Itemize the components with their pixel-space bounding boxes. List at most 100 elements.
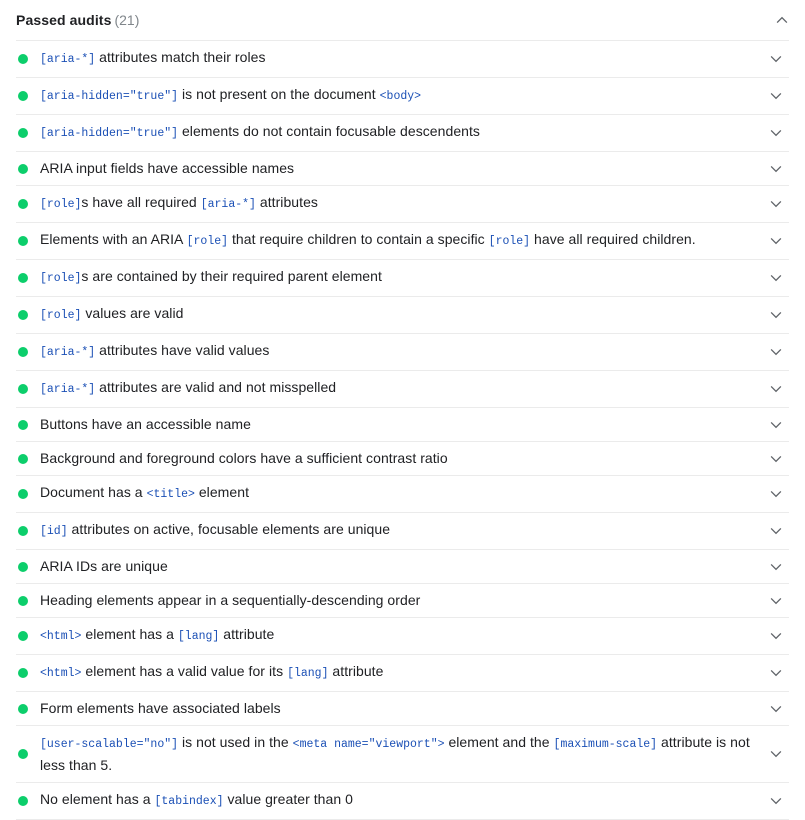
audit-expand-cell[interactable] (761, 692, 789, 725)
audit-expand-cell[interactable] (761, 223, 789, 259)
pass-dot-icon (18, 526, 28, 536)
audit-text-token: attribute (328, 663, 383, 679)
audit-row[interactable]: Elements with an ARIA [role] that requir… (16, 222, 789, 259)
audit-row[interactable]: [id] attributes on active, focusable ele… (16, 512, 789, 549)
audit-expand-cell[interactable] (761, 297, 789, 333)
audit-expand-cell[interactable] (761, 783, 789, 819)
chevron-down-icon[interactable] (769, 52, 783, 66)
audit-status-cell (16, 115, 40, 151)
audit-title: [role] values are valid (40, 297, 761, 333)
audit-row[interactable]: [role]s have all required [aria-*] attri… (16, 185, 789, 222)
audit-row[interactable]: Buttons have an accessible name (16, 407, 789, 441)
audit-status-cell (16, 223, 40, 259)
audit-title: Background and foreground colors have a … (40, 442, 761, 475)
chevron-down-icon[interactable] (769, 452, 783, 466)
audit-text-token: Document has a (40, 484, 147, 500)
audit-row[interactable]: Form elements have associated labels (16, 691, 789, 725)
audit-expand-cell[interactable] (761, 260, 789, 296)
audit-text-token: Buttons have an accessible name (40, 416, 251, 432)
audit-row[interactable]: Background and foreground colors have a … (16, 441, 789, 475)
audit-code-token: [aria-*] (40, 383, 95, 396)
audit-row[interactable]: [aria-*] attributes match their roles (16, 40, 789, 77)
pass-dot-icon (18, 347, 28, 357)
audit-status-cell (16, 186, 40, 222)
audit-status-cell (16, 152, 40, 185)
chevron-down-icon[interactable] (769, 418, 783, 432)
chevron-down-icon[interactable] (769, 308, 783, 322)
audit-status-cell (16, 726, 40, 782)
chevron-down-icon[interactable] (769, 560, 783, 574)
chevron-down-icon[interactable] (769, 197, 783, 211)
audit-title: [aria-hidden="true"] elements do not con… (40, 115, 761, 151)
chevron-down-icon[interactable] (769, 487, 783, 501)
chevron-down-icon[interactable] (769, 382, 783, 396)
chevron-down-icon[interactable] (769, 794, 783, 808)
audit-expand-cell[interactable] (761, 371, 789, 407)
audit-row[interactable]: <html> element has a [lang] attribute (16, 617, 789, 654)
chevron-down-icon[interactable] (769, 594, 783, 608)
audit-row[interactable]: ARIA input fields have accessible names (16, 151, 789, 185)
audit-text-token: elements do not contain focusable descen… (178, 123, 480, 139)
chevron-down-icon[interactable] (769, 234, 783, 248)
audit-row[interactable]: [aria-hidden="true"] elements do not con… (16, 114, 789, 151)
audit-code-token: [aria-*] (201, 198, 256, 211)
chevron-down-icon[interactable] (769, 271, 783, 285)
audit-expand-cell[interactable] (761, 550, 789, 583)
audit-text-token: that require children to contain a speci… (228, 231, 489, 247)
group-title-text: Passed audits (16, 12, 111, 28)
audit-expand-cell[interactable] (761, 152, 789, 185)
audit-expand-cell[interactable] (761, 41, 789, 77)
audit-expand-cell[interactable] (761, 186, 789, 222)
audit-row[interactable]: [aria-hidden="true"] is not present on t… (16, 77, 789, 114)
pass-dot-icon (18, 704, 28, 714)
passed-audits-header[interactable]: Passed audits(21) (0, 0, 805, 40)
audit-text-token: element has a valid value for its (81, 663, 287, 679)
audit-row[interactable]: [role] values are valid (16, 296, 789, 333)
chevron-down-icon[interactable] (769, 747, 783, 761)
audit-row[interactable]: [user-scalable="no"] is not used in the … (16, 725, 789, 782)
audit-row[interactable]: Document has a <title> element (16, 475, 789, 512)
audit-text-token: No element has a (40, 791, 154, 807)
audit-status-cell (16, 513, 40, 549)
pass-dot-icon (18, 164, 28, 174)
audit-expand-cell[interactable] (761, 513, 789, 549)
audit-expand-cell[interactable] (761, 442, 789, 475)
audit-status-cell (16, 584, 40, 617)
chevron-down-icon[interactable] (769, 126, 783, 140)
audit-expand-cell[interactable] (761, 476, 789, 512)
audit-expand-cell[interactable] (761, 115, 789, 151)
chevron-down-icon[interactable] (769, 162, 783, 176)
audit-row[interactable]: [aria-*] attributes have valid values (16, 333, 789, 370)
audit-status-cell (16, 41, 40, 77)
audit-title: <html> element has a [lang] attribute (40, 618, 761, 654)
pass-dot-icon (18, 54, 28, 64)
audit-code-token: <html> (40, 630, 81, 643)
audit-text-token: is not present on the document (178, 86, 380, 102)
audit-row[interactable]: ARIA IDs are unique (16, 549, 789, 583)
audit-status-cell (16, 655, 40, 691)
chevron-down-icon[interactable] (769, 702, 783, 716)
audit-row[interactable]: Heading elements appear in a sequentiall… (16, 583, 789, 617)
audit-expand-cell[interactable] (761, 408, 789, 441)
chevron-down-icon[interactable] (769, 89, 783, 103)
audit-expand-cell[interactable] (761, 334, 789, 370)
audit-expand-cell[interactable] (761, 655, 789, 691)
audit-row[interactable]: <html> element has a valid value for its… (16, 654, 789, 691)
chevron-up-icon[interactable] (775, 13, 789, 27)
audit-expand-cell[interactable] (761, 726, 789, 782)
audit-text-token: attributes on active, focusable elements… (68, 521, 390, 537)
chevron-down-icon[interactable] (769, 629, 783, 643)
pass-dot-icon (18, 631, 28, 641)
audit-row[interactable]: No element has a [tabindex] value greate… (16, 782, 789, 820)
audit-expand-cell[interactable] (761, 78, 789, 114)
audit-row[interactable]: [role]s are contained by their required … (16, 259, 789, 296)
chevron-down-icon[interactable] (769, 666, 783, 680)
audit-text-token: Elements with an ARIA (40, 231, 187, 247)
audit-row[interactable]: [aria-*] attributes are valid and not mi… (16, 370, 789, 407)
audit-text-token: have all required children. (530, 231, 696, 247)
audit-expand-cell[interactable] (761, 618, 789, 654)
chevron-down-icon[interactable] (769, 345, 783, 359)
audit-code-token: [aria-hidden="true"] (40, 90, 178, 103)
audit-expand-cell[interactable] (761, 584, 789, 617)
chevron-down-icon[interactable] (769, 524, 783, 538)
